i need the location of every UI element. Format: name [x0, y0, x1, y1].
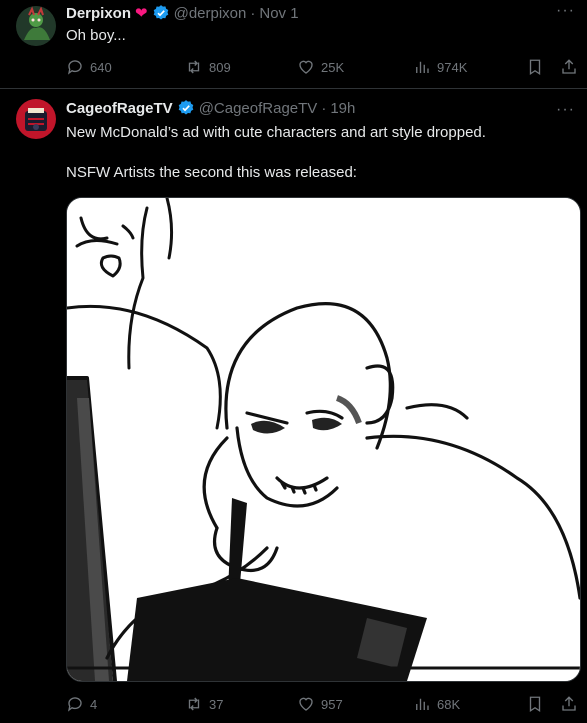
like-count: 957 [321, 696, 343, 712]
post-derpixon[interactable]: Derpixon ❤ @derpixon · Nov 1 ··· Oh boy.… [0, 0, 587, 89]
repost-count: 809 [209, 59, 231, 75]
avatar-cageofragetv[interactable] [16, 99, 56, 139]
repost-icon [188, 60, 200, 74]
post-text-line-2: NSFW Artists the second this was release… [66, 164, 357, 181]
like-button[interactable]: 957 [297, 695, 343, 713]
author-handle[interactable]: @derpixon [174, 5, 247, 22]
bookmark-icon [529, 696, 541, 713]
views-button[interactable]: 68K [413, 695, 460, 713]
post-actions: 4 37 957 68K [0, 695, 587, 717]
reply-icon [67, 697, 82, 712]
illustration [67, 198, 580, 681]
views-count: 974K [437, 59, 468, 75]
like-count: 25K [321, 59, 345, 75]
heart-icon [299, 697, 313, 711]
reply-button[interactable]: 4 [66, 695, 97, 713]
repost-count: 37 [209, 696, 224, 712]
bookmark-icon [529, 59, 541, 76]
bookmark-button[interactable] [526, 695, 544, 713]
share-button[interactable] [560, 695, 578, 713]
post-text: Oh boy... [66, 27, 126, 44]
reply-count: 640 [90, 59, 112, 75]
share-button[interactable] [560, 58, 578, 76]
avatar-image [16, 99, 56, 139]
heart-emoji-icon: ❤ [135, 5, 148, 22]
views-count: 68K [437, 696, 461, 712]
bookmark-button[interactable] [526, 58, 544, 76]
separator-dot: · [250, 4, 256, 22]
post-cageofragetv[interactable]: CageofRageTV @CageofRageTV · 19h ··· New… [0, 89, 587, 723]
post-time[interactable]: 19h [330, 100, 355, 117]
share-icon [562, 59, 576, 74]
verified-badge-icon [153, 5, 168, 20]
reply-icon [67, 60, 82, 75]
share-icon [562, 696, 576, 711]
repost-button[interactable]: 37 [185, 695, 223, 713]
more-icon[interactable]: ··· [556, 101, 575, 119]
reply-count: 4 [90, 696, 98, 712]
verified-badge-icon [178, 100, 193, 115]
views-button[interactable]: 974K [413, 58, 467, 76]
reply-button[interactable]: 640 [66, 58, 112, 76]
post-image[interactable] [66, 197, 581, 682]
author-name[interactable]: Derpixon [66, 5, 131, 22]
post-time[interactable]: Nov 1 [259, 5, 298, 22]
post-text-line-1: New McDonald’s ad with cute characters a… [66, 124, 486, 141]
post-header: Derpixon ❤ @derpixon · Nov 1 [66, 4, 299, 23]
post-actions: 640 809 25K 974K [0, 58, 587, 80]
post-header: CageofRageTV @CageofRageTV · 19h [66, 99, 355, 117]
heart-icon [299, 60, 313, 74]
repost-button[interactable]: 809 [185, 58, 231, 76]
like-button[interactable]: 25K [297, 58, 344, 76]
views-icon [416, 61, 429, 73]
author-handle[interactable]: @CageofRageTV [199, 100, 318, 117]
repost-icon [188, 697, 200, 711]
avatar-derpixon[interactable] [16, 6, 56, 46]
avatar-image [16, 6, 56, 46]
separator-dot: · [321, 99, 327, 117]
author-name[interactable]: CageofRageTV [66, 100, 173, 117]
more-icon[interactable]: ··· [556, 2, 575, 20]
views-icon [416, 698, 429, 710]
